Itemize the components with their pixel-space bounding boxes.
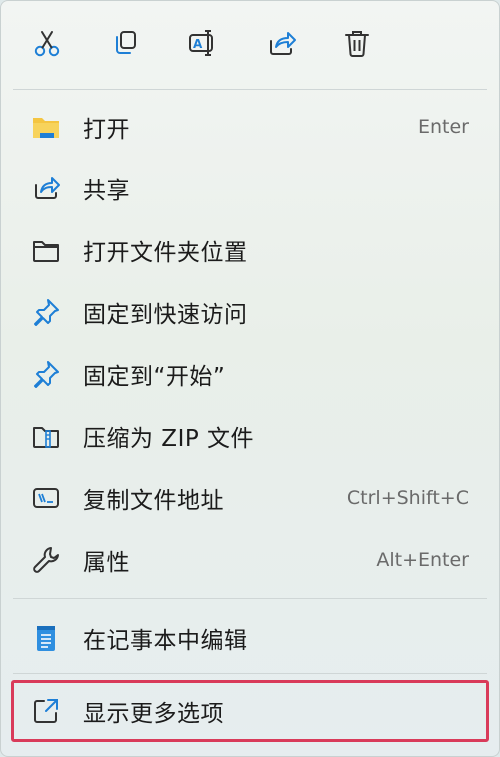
delete-button[interactable] (337, 23, 377, 63)
menu-item-properties[interactable]: 属性 Alt+Enter (13, 532, 487, 588)
svg-text:A: A (193, 37, 203, 51)
menu-item-label: 打开文件夹位置 (83, 240, 248, 266)
share-icon (31, 173, 61, 203)
menu-item-edit-notepad[interactable]: 在记事本中编辑 (13, 610, 487, 666)
toolbar-divider (13, 89, 487, 90)
menu-item-shortcut: Alt+Enter (376, 549, 469, 571)
menu-item-label: 在记事本中编辑 (83, 628, 248, 654)
menu-item-compress-zip[interactable]: 压缩为 ZIP 文件 (13, 408, 487, 464)
menu-item-label: 属性 (83, 550, 130, 576)
wrench-icon (31, 545, 61, 575)
menu-item-shortcut: Enter (418, 116, 469, 138)
menu-divider (13, 598, 487, 599)
menu-item-label: 打开 (83, 117, 130, 143)
context-menu: A 打开 Enter 共享 打开文件夹位置 固定到快速访问 固定到“开始” 压缩… (0, 0, 500, 757)
copy-button[interactable] (105, 23, 145, 63)
menu-item-shortcut: Ctrl+Shift+C (346, 487, 469, 509)
menu-item-share[interactable]: 共享 (13, 160, 487, 216)
folder-yellow-icon (31, 112, 61, 142)
context-menu-toolbar: A (1, 1, 499, 87)
menu-item-label: 压缩为 ZIP 文件 (83, 426, 255, 452)
menu-item-label: 固定到“开始” (83, 364, 226, 390)
menu-item-copy-path[interactable]: 复制文件地址 Ctrl+Shift+C (13, 470, 487, 526)
menu-item-pin-quick-access[interactable]: 固定到快速访问 (13, 284, 487, 340)
menu-divider (13, 673, 487, 674)
scissors-icon (34, 31, 60, 57)
menu-item-pin-start[interactable]: 固定到“开始” (13, 346, 487, 402)
notepad-icon (31, 623, 61, 653)
menu-item-open-folder-location[interactable]: 打开文件夹位置 (13, 222, 487, 278)
trash-icon (345, 31, 369, 57)
menu-item-label: 复制文件地址 (83, 488, 224, 514)
share-icon (270, 32, 296, 55)
copy-icon (116, 31, 136, 54)
menu-item-label: 共享 (83, 178, 130, 204)
rename-button[interactable]: A (183, 23, 223, 63)
cut-button[interactable] (27, 23, 67, 63)
menu-item-open[interactable]: 打开 Enter (13, 99, 487, 155)
copy-path-icon (31, 483, 61, 513)
zip-folder-icon (31, 421, 61, 451)
pin-icon (31, 359, 61, 389)
pin-icon (31, 297, 61, 327)
rename-icon: A (189, 30, 213, 56)
share-button[interactable] (261, 23, 301, 63)
highlight-box (11, 680, 489, 742)
folder-outline-icon (31, 235, 61, 265)
menu-item-label: 固定到快速访问 (83, 302, 248, 328)
